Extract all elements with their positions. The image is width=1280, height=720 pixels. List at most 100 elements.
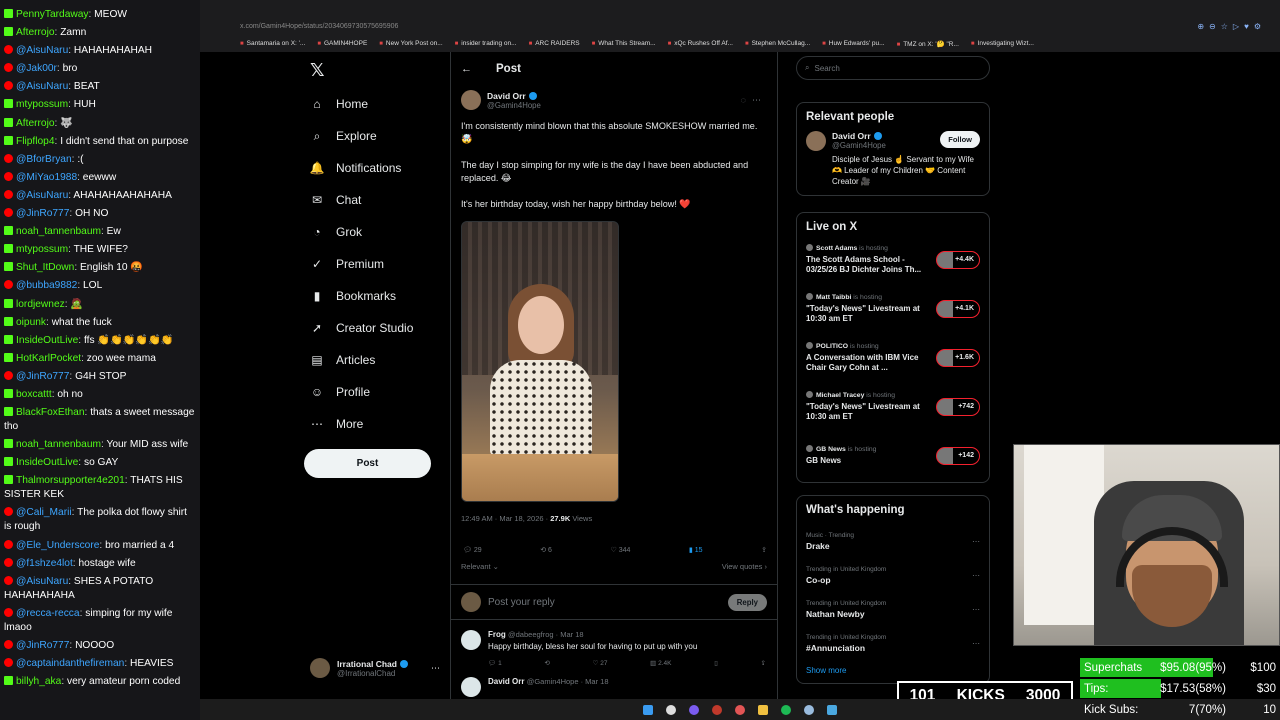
sort-relevant-dropdown[interactable]: Relevant ⌄ [461, 562, 499, 576]
share-icon[interactable]: ⇪ [761, 659, 766, 667]
more-icon[interactable]: ⋯ [972, 639, 980, 648]
chat-username[interactable]: @f1shze4lot [16, 558, 73, 569]
nav-item-chat[interactable]: ✉ Chat [300, 184, 450, 216]
author-name[interactable]: David Orr [487, 91, 526, 101]
nav-item-more[interactable]: ⋯ More [300, 408, 450, 440]
app-icon[interactable] [689, 704, 699, 715]
bookmark-item[interactable]: Stephen McCullag... [745, 40, 811, 48]
more-icon[interactable]: ⋯ [972, 605, 980, 614]
chat-username[interactable]: @Jak00r [16, 63, 57, 74]
chat-username[interactable]: BlackFoxEthan [16, 407, 85, 418]
like-action[interactable]: ♡ 344 [610, 546, 630, 554]
bookmark-action[interactable]: ▮ 15 [689, 546, 703, 554]
reply-author-name[interactable]: David Orr [488, 677, 524, 686]
chat-username[interactable]: @Cali_Marii [16, 507, 72, 518]
views-action[interactable]: ▥ 2.4K [650, 659, 671, 667]
chat-username[interactable]: @JinRo777 [16, 640, 69, 651]
chat-username[interactable]: @bubba9882 [16, 280, 77, 291]
search-input[interactable]: ⌕ Search [796, 56, 990, 80]
chat-username[interactable]: InsideOutLive [16, 457, 78, 468]
chat-username[interactable]: oipunk [16, 317, 46, 328]
author-avatar[interactable] [461, 90, 481, 110]
x-logo-icon[interactable]: 𝕏 [310, 60, 450, 88]
chat-username[interactable]: Thalmorsupporter4e201 [16, 475, 125, 486]
avatar[interactable] [806, 131, 826, 151]
live-space-item[interactable]: Michael Tracey is hosting "Today's News" … [806, 382, 980, 431]
browser-icon[interactable] [735, 704, 745, 715]
nav-item-articles[interactable]: ▤ Articles [300, 344, 450, 376]
bookmark-item[interactable]: Santamaria on X: '... [240, 40, 306, 48]
live-space-item[interactable]: Scott Adams is hosting The Scott Adams Sc… [806, 235, 980, 284]
chat-username[interactable]: boxcattt [16, 389, 52, 400]
reply-button[interactable]: Reply [727, 593, 767, 611]
xbox-icon[interactable] [804, 704, 814, 715]
chat-username[interactable]: Flipflop4 [16, 136, 55, 147]
account-switcher[interactable]: Irrational Chad @IrrationalChad ⋯ [310, 658, 440, 678]
live-space-item[interactable]: POLITICO is hosting A Conversation with I… [806, 333, 980, 382]
view-quotes-link[interactable]: View quotes › [722, 562, 767, 576]
more-icon[interactable]: ⋯ [431, 663, 440, 674]
bookmark-item[interactable]: xQc Rushes Off Af... [668, 40, 733, 48]
bookmark-item[interactable]: GAMIN4HOPE [317, 40, 367, 48]
chat-username[interactable]: billyh_aka [16, 676, 61, 687]
like-action[interactable]: ♡ 27 [593, 659, 608, 667]
share-icon[interactable]: ⇪ [761, 546, 767, 554]
bookmark-icon[interactable]: ▯ [714, 659, 718, 667]
browser-extension-icons[interactable]: ⊕⊖☆▷♥⚙ [1197, 22, 1266, 31]
post-tools[interactable]: ◌⋯ [741, 95, 767, 106]
nav-item-explore[interactable]: ⌕ Explore [300, 120, 450, 152]
person-handle[interactable]: @Gamin4Hope [832, 141, 886, 150]
bookmark-item[interactable]: Huw Edwards' pu... [822, 40, 885, 48]
chat-username[interactable]: @JinRo777 [16, 208, 69, 219]
chat-username[interactable]: @AisuNaru [16, 190, 68, 201]
folder-icon[interactable] [758, 704, 768, 715]
reply-author-handle[interactable]: @dabeegfrog · Mar 18 [508, 630, 584, 639]
nav-item-profile[interactable]: ☺ Profile [300, 376, 450, 408]
trend-item[interactable]: Trending in United Kingdom #Annunciation ⋯ [806, 626, 980, 660]
chat-username[interactable]: @MiYao1988 [16, 172, 77, 183]
chat-username[interactable]: InsideOutLive [16, 335, 78, 346]
chat-username[interactable]: lordjewnez [16, 299, 65, 310]
bookmark-item[interactable]: New York Post on... [379, 40, 443, 48]
nav-item-grok[interactable]: ◔ Grok [300, 216, 450, 248]
app-icon[interactable] [827, 704, 837, 715]
chat-username[interactable]: noah_tannenbaum [16, 439, 101, 450]
chat-username[interactable]: @AisuNaru [16, 576, 68, 587]
post-timestamp[interactable]: 12:49 AM · Mar 18, 2026 · [461, 514, 550, 523]
windows-start-icon[interactable] [643, 704, 653, 715]
grok-icon[interactable]: ◌ [741, 95, 752, 105]
nav-item-creator-studio[interactable]: ➚ Creator Studio [300, 312, 450, 344]
nav-item-home[interactable]: ⌂ Home [300, 88, 450, 120]
chat-username[interactable]: @AisuNaru [16, 45, 68, 56]
more-icon[interactable]: ⋯ [752, 95, 767, 105]
trend-item[interactable]: Music · Trending Drake ⋯ [806, 524, 980, 558]
chat-username[interactable]: @JinRo777 [16, 371, 69, 382]
chat-username[interactable]: mtypossum [16, 99, 68, 110]
bookmark-item[interactable]: TMZ on X: '🤔 "R... [897, 40, 959, 48]
search-icon[interactable] [666, 704, 676, 715]
chat-username[interactable]: Shut_ItDown [16, 262, 74, 273]
chat-username[interactable]: HotKarlPocket [16, 353, 81, 364]
chat-username[interactable]: @AisuNaru [16, 81, 68, 92]
repost-action[interactable]: ⟲ 6 [540, 546, 552, 554]
person-name[interactable]: David Orr [832, 131, 871, 141]
spotify-icon[interactable] [781, 704, 791, 715]
reply-action[interactable]: 💬︎ 29 [463, 546, 482, 554]
post-button[interactable]: Post [304, 449, 431, 478]
nav-item-notifications[interactable]: 🔔 Notifications [300, 152, 450, 184]
more-icon[interactable]: ⋯ [972, 537, 980, 546]
nav-item-premium[interactable]: ✓ Premium [300, 248, 450, 280]
chat-username[interactable]: Afterrojo [16, 27, 55, 38]
bookmark-item[interactable]: ARC RAIDERS [529, 40, 579, 48]
trend-item[interactable]: Trending in United Kingdom Co-op ⋯ [806, 558, 980, 592]
post-photo[interactable] [461, 221, 619, 502]
chat-username[interactable]: PennyTardaway [16, 9, 89, 20]
show-more-link[interactable]: Show more [806, 666, 980, 675]
chat-username[interactable]: Afterrojo [16, 118, 55, 129]
chat-username[interactable]: @captaindanthefireman [16, 658, 124, 669]
address-bar[interactable]: x.com/Gamin4Hope/status/2034069730575695… [200, 18, 1280, 34]
nav-item-bookmarks[interactable]: ▮ Bookmarks [300, 280, 450, 312]
reply-action[interactable]: 💬︎ 1 [488, 659, 502, 667]
follow-button[interactable]: Follow [940, 131, 980, 148]
chat-username[interactable]: @BforBryan [16, 154, 72, 165]
